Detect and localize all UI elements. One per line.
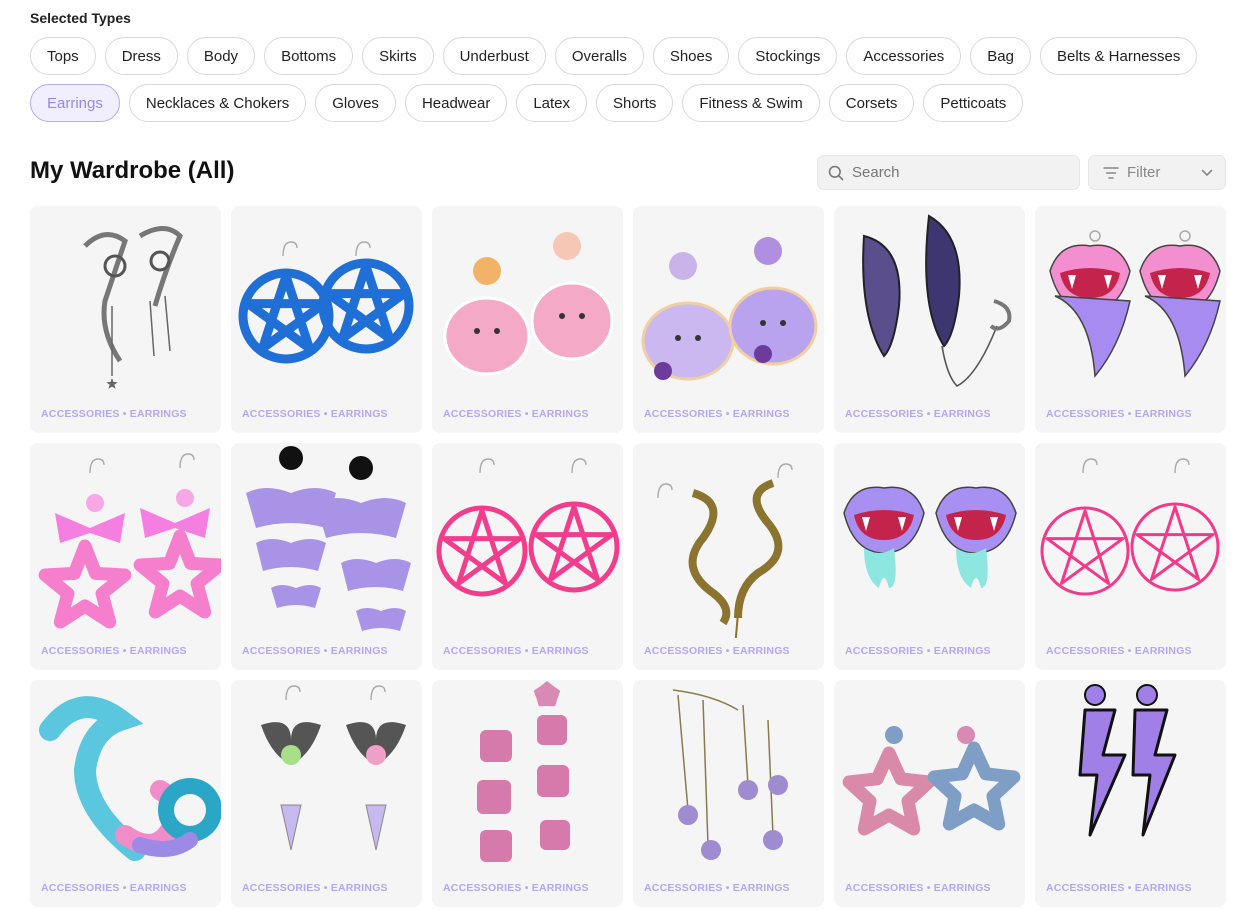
type-chip-headwear[interactable]: Headwear: [404, 84, 508, 122]
type-chip-stockings[interactable]: Stockings: [738, 37, 838, 75]
item-image-purple-bats: [246, 446, 411, 631]
page-title: My Wardrobe (All): [30, 157, 235, 184]
item-category-tag: ACCESSORIES • EARRINGS: [41, 408, 187, 420]
type-chip-accessories[interactable]: Accessories: [846, 37, 962, 75]
wardrobe-item-card[interactable]: ACCESSORIES • EARRINGS: [834, 443, 1025, 670]
item-category-tag: ACCESSORIES • EARRINGS: [242, 882, 388, 894]
item-category-tag: ACCESSORIES • EARRINGS: [443, 645, 589, 657]
wardrobe-item-card[interactable]: ACCESSORIES • EARRINGS: [432, 680, 623, 907]
item-image-pastel-star: [842, 726, 1021, 836]
type-chip-necklaces-and-chokers[interactable]: Necklaces & Chokers: [128, 84, 307, 122]
wardrobe-item-card[interactable]: ACCESSORIES • EARRINGS: [633, 680, 824, 907]
type-chip-dress[interactable]: Dress: [104, 37, 178, 75]
item-image-pink-creature: [443, 232, 614, 376]
item-image-silver-ear-cuff: [83, 226, 183, 389]
type-chip-skirts[interactable]: Skirts: [362, 37, 434, 75]
chevron-down-icon: [1201, 169, 1213, 176]
item-category-tag: ACCESSORIES • EARRINGS: [41, 882, 187, 894]
wardrobe-item-card[interactable]: ACCESSORIES • EARRINGS: [30, 443, 221, 670]
search-box[interactable]: [817, 155, 1080, 190]
type-filter-row-2: Earrings Necklaces & Chokers Gloves Headwea…: [30, 84, 1230, 122]
item-image-blue-pentagram: [238, 241, 414, 364]
item-image-purple-flower-chain: [672, 689, 788, 860]
filter-lines-icon: [1103, 166, 1119, 179]
type-chip-body[interactable]: Body: [186, 37, 256, 75]
item-category-tag: ACCESSORIES • EARRINGS: [242, 645, 388, 657]
type-chip-shorts[interactable]: Shorts: [596, 84, 674, 122]
item-image-purple-lightning: [1078, 684, 1177, 837]
type-chip-tops[interactable]: Tops: [30, 37, 96, 75]
selected-types-label: Selected Types: [30, 10, 131, 26]
item-image-snake-gold: [657, 463, 793, 638]
item-image-vampire-lips-purple: [843, 486, 1017, 588]
item-category-tag: ACCESSORIES • EARRINGS: [443, 882, 589, 894]
item-category-tag: ACCESSORIES • EARRINGS: [845, 408, 991, 420]
wardrobe-grid: ACCESSORIES • EARRINGS ACCESSORIES • EAR…: [30, 206, 1226, 907]
type-chip-belts-and-harnesses[interactable]: Belts & Harnesses: [1039, 37, 1198, 75]
item-image-pink-pentagram-thin: [1040, 458, 1220, 596]
item-category-tag: ACCESSORIES • EARRINGS: [443, 408, 589, 420]
item-category-tag: ACCESSORIES • EARRINGS: [41, 645, 187, 657]
type-chip-fitness-and-swim[interactable]: Fitness & Swim: [682, 84, 820, 122]
item-image-pink-bow-star: [38, 453, 221, 629]
wardrobe-item-card[interactable]: ACCESSORIES • EARRINGS: [231, 206, 422, 433]
wardrobe-item-card[interactable]: ACCESSORIES • EARRINGS: [432, 443, 623, 670]
wardrobe-item-card[interactable]: ACCESSORIES • EARRINGS: [1035, 206, 1226, 433]
wardrobe-item-card[interactable]: ACCESSORIES • EARRINGS: [231, 443, 422, 670]
type-chip-bag[interactable]: Bag: [970, 37, 1031, 75]
item-image-purple-creature: [641, 237, 818, 381]
item-image-bat-crystal: [261, 685, 406, 851]
search-icon: [828, 165, 844, 180]
wardrobe-item-card[interactable]: ACCESSORIES • EARRINGS: [633, 206, 824, 433]
wardrobe-item-card[interactable]: ACCESSORIES • EARRINGS: [1035, 443, 1226, 670]
item-image-tentacle-gauges: [39, 696, 221, 861]
item-category-tag: ACCESSORIES • EARRINGS: [1046, 645, 1192, 657]
filter-label: Filter: [1127, 164, 1161, 181]
wardrobe-item-card[interactable]: ACCESSORIES • EARRINGS: [834, 206, 1025, 433]
type-chip-bottoms[interactable]: Bottoms: [264, 37, 354, 75]
item-image-pink-dice: [477, 681, 570, 862]
item-category-tag: ACCESSORIES • EARRINGS: [242, 408, 388, 420]
item-category-tag: ACCESSORIES • EARRINGS: [644, 645, 790, 657]
item-image-pink-pentagram: [436, 458, 620, 597]
type-chip-corsets[interactable]: Corsets: [828, 84, 915, 122]
item-image-moth-wing: [862, 214, 1012, 387]
type-chip-shoes[interactable]: Shoes: [652, 37, 730, 75]
type-chip-earrings[interactable]: Earrings: [30, 84, 120, 122]
wardrobe-item-card[interactable]: ACCESSORIES • EARRINGS: [30, 680, 221, 907]
item-category-tag: ACCESSORIES • EARRINGS: [845, 645, 991, 657]
type-filter-row-1: Tops Dress Body Bottoms Skirts Underbust Overa…: [30, 37, 1230, 75]
type-chip-petticoats[interactable]: Petticoats: [923, 84, 1024, 122]
wardrobe-item-card[interactable]: ACCESSORIES • EARRINGS: [633, 443, 824, 670]
wardrobe-item-card[interactable]: ACCESSORIES • EARRINGS: [834, 680, 1025, 907]
wardrobe-item-card[interactable]: ACCESSORIES • EARRINGS: [1035, 680, 1226, 907]
wardrobe-item-card[interactable]: ACCESSORIES • EARRINGS: [30, 206, 221, 433]
item-category-tag: ACCESSORIES • EARRINGS: [1046, 882, 1192, 894]
item-category-tag: ACCESSORIES • EARRINGS: [845, 882, 991, 894]
type-chip-overalls[interactable]: Overalls: [554, 37, 644, 75]
wardrobe-item-card[interactable]: ACCESSORIES • EARRINGS: [432, 206, 623, 433]
type-chip-gloves[interactable]: Gloves: [315, 84, 396, 122]
item-category-tag: ACCESSORIES • EARRINGS: [1046, 408, 1192, 420]
item-category-tag: ACCESSORIES • EARRINGS: [644, 408, 790, 420]
wardrobe-item-card[interactable]: ACCESSORIES • EARRINGS: [231, 680, 422, 907]
filter-dropdown[interactable]: Filter: [1088, 155, 1226, 190]
item-image-vampire-lips-pink: [1049, 230, 1221, 378]
type-chip-latex[interactable]: Latex: [516, 84, 588, 122]
item-category-tag: ACCESSORIES • EARRINGS: [644, 882, 790, 894]
search-input[interactable]: [852, 164, 1052, 181]
type-chip-underbust[interactable]: Underbust: [442, 37, 546, 75]
